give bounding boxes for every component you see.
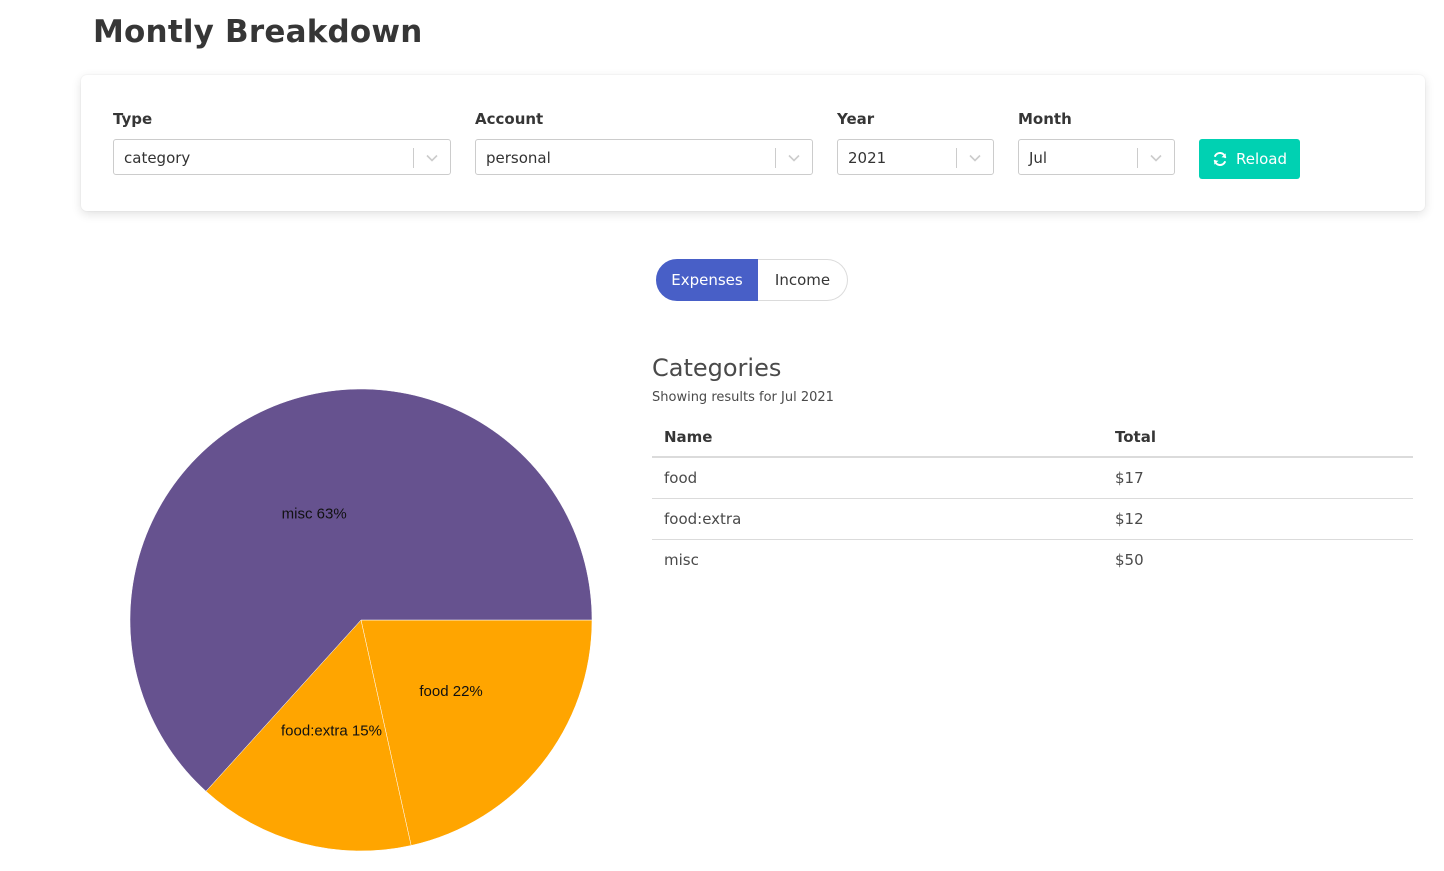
account-select[interactable]: personal: [475, 139, 813, 175]
income-toggle-button[interactable]: Income: [758, 259, 848, 301]
row-total: $50: [1115, 550, 1144, 569]
account-field: Account personal: [475, 109, 813, 175]
table-row: misc $50: [652, 539, 1413, 580]
categories-table: Name Total food $17 food:extra $12 misc …: [652, 418, 1413, 580]
column-header-total: Total: [1103, 418, 1413, 458]
pie-label-food: food 22%: [419, 683, 482, 700]
chevron-down-icon[interactable]: [425, 151, 439, 165]
month-label: Month: [1018, 110, 1072, 128]
type-select[interactable]: category: [113, 139, 451, 175]
select-separator: [413, 148, 414, 168]
year-select-value: 2021: [848, 149, 887, 167]
select-separator: [956, 148, 957, 168]
pie-label-misc: misc 63%: [282, 505, 347, 522]
chevron-down-icon[interactable]: [787, 151, 801, 165]
row-name: misc: [664, 550, 699, 569]
section-title: Categories: [652, 354, 782, 382]
row-name: food: [652, 457, 1103, 499]
table-header-row: Name Total: [652, 418, 1413, 458]
reload-button[interactable]: Reload: [1199, 139, 1300, 179]
select-separator: [775, 148, 776, 168]
select-separator: [1137, 148, 1138, 168]
table-row: food:extra $12: [652, 498, 1413, 540]
row-name: food:extra: [652, 498, 1103, 540]
row-total: $17: [1103, 457, 1413, 499]
reload-label: Reload: [1235, 150, 1288, 168]
expenses-toggle-button[interactable]: Expenses: [656, 259, 758, 301]
pie-label-food-extra: food:extra 15%: [281, 723, 382, 740]
table-row: food $17: [652, 457, 1413, 499]
month-field: Month Jul: [1018, 109, 1175, 175]
column-header-name: Name: [652, 418, 1103, 458]
account-label: Account: [475, 110, 544, 128]
refresh-icon: [1213, 152, 1227, 166]
filter-panel: Type category Account personal Year 2021…: [81, 75, 1425, 211]
type-label: Type: [113, 110, 153, 128]
chevron-down-icon[interactable]: [1149, 151, 1163, 165]
chevron-down-icon[interactable]: [968, 151, 982, 165]
section-subtitle: Showing results for Jul 2021: [652, 390, 834, 405]
account-select-value: personal: [486, 149, 551, 167]
year-field: Year 2021: [837, 109, 994, 175]
pie-chart-svg: food 22% food:extra 15% misc 63%: [129, 388, 593, 852]
year-select[interactable]: 2021: [837, 139, 994, 175]
page-title: Montly Breakdown: [93, 14, 423, 50]
expense-income-toggle: Expenses Income: [656, 259, 848, 301]
month-select-value: Jul: [1029, 149, 1048, 167]
month-select[interactable]: Jul: [1018, 139, 1175, 175]
row-total: $12: [1103, 498, 1413, 540]
type-select-value: category: [124, 149, 191, 167]
type-field: Type category: [113, 109, 451, 175]
category-pie-chart: food 22% food:extra 15% misc 63%: [120, 380, 610, 860]
year-label: Year: [837, 110, 875, 128]
